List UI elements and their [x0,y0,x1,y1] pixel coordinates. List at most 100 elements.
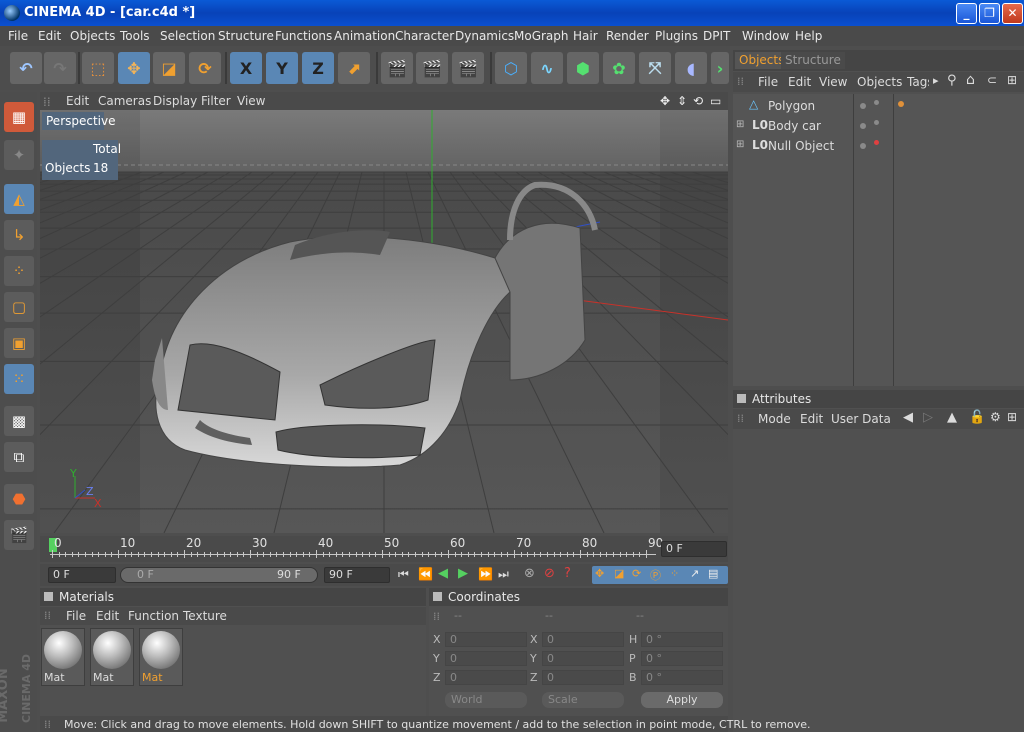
new-window-icon[interactable]: ⊞ [1007,410,1017,424]
viewport-menu-edit[interactable]: Edit [66,94,89,108]
menu-structure[interactable]: Structure [218,29,274,43]
material-swatch[interactable]: Mat [139,628,183,686]
points-mode-icon[interactable]: ⁘ [4,256,34,286]
object-name[interactable]: Null Object [768,139,834,153]
render-visibility-dot[interactable] [874,140,879,145]
key-settings-icon[interactable]: ▤ [708,567,718,580]
tweak-mode-icon[interactable]: ⁙ [4,364,34,394]
keyframe-selection-icon[interactable]: ? [564,566,571,581]
start-frame-field[interactable]: 0 F [48,567,116,583]
parameter-key-icon[interactable]: Ⓟ [650,567,661,583]
material-swatch[interactable]: Mat [90,628,134,686]
objects-menu-view[interactable]: View [819,75,847,89]
menu-file[interactable]: File [8,29,28,43]
array-icon[interactable]: ✿ [603,52,635,84]
rotation-p-field[interactable]: 0 ° [641,651,723,666]
menu-edit[interactable]: Edit [38,29,61,43]
objects-menu-objects[interactable]: Objects [857,75,902,89]
menu-window[interactable]: Window [742,29,789,43]
viewport-menu-cameras[interactable]: Cameras [98,94,151,108]
editor-visibility-dot[interactable] [860,143,866,149]
expand-icon[interactable]: ⊞ [736,119,744,130]
viewport-rotate-icon[interactable]: ⟲ [693,94,703,108]
minimize-button[interactable]: _ [956,3,977,24]
object-name[interactable]: Polygon [768,99,815,113]
attributes-menu-mode[interactable]: Mode [758,412,791,426]
menu-overflow-icon[interactable]: ▸ [933,74,939,87]
z-axis-lock-button[interactable]: Z [302,52,334,84]
materials-menu-file[interactable]: File [66,609,86,623]
deformer-icon[interactable]: ⤧ [639,52,671,84]
cube-primitive-icon[interactable]: ⬡ [495,52,527,84]
y-axis-lock-button[interactable]: Y [266,52,298,84]
viewport-move-icon[interactable]: ✥ [660,94,670,108]
forward-arrow-icon[interactable]: ▷ [923,410,933,425]
rotation-h-field[interactable]: 0 ° [641,632,723,647]
object-axis-icon[interactable]: ↳ [4,220,34,250]
restore-button[interactable]: ❐ [979,3,1000,24]
nurbs-icon[interactable]: ⬢ [567,52,599,84]
sculpt-icon[interactable]: ⬣ [4,484,34,514]
interpolation-icon[interactable]: ↗ [690,567,699,580]
scale-tool-icon[interactable]: ◪ [153,52,185,84]
perspective-viewport[interactable]: Perspective Total Objects 18 Y Z X [40,110,728,533]
redo-icon[interactable]: ↷ [44,52,76,84]
objects-menu-file[interactable]: File [758,75,778,89]
live-selection-icon[interactable]: ⬚ [82,52,114,84]
menu-functions[interactable]: Functions [275,29,332,43]
attributes-menu-user-data[interactable]: User Data [831,412,891,426]
position-y-field[interactable]: 0 [445,651,527,666]
menu-objects[interactable]: Objects [70,29,115,43]
menu-dpit[interactable]: DPIT [703,29,730,43]
undo-icon[interactable]: ↶ [10,52,42,84]
move-tool-icon[interactable]: ✥ [118,52,150,84]
model-mode-icon[interactable]: ◭ [4,184,34,214]
viewport-maximize-icon[interactable]: ▭ [710,94,721,108]
menu-mograph[interactable]: MoGraph [514,29,569,43]
close-button[interactable]: ✕ [1002,3,1023,24]
expand-icon[interactable]: ⊞ [736,139,744,150]
materials-menu-texture[interactable]: Texture [183,609,227,623]
search-icon[interactable]: ⚲ [947,73,957,88]
menu-character[interactable]: Character [395,29,454,43]
editor-visibility-dot[interactable] [860,123,866,129]
next-frame-icon[interactable]: ⏩ [478,567,493,581]
menu-plugins[interactable]: Plugins [655,29,698,43]
size-y-field[interactable]: 0 [542,651,624,666]
materials-menu-function[interactable]: Function [128,609,179,623]
new-window-icon[interactable]: ⊞ [1007,73,1017,87]
rotate-tool-icon[interactable]: ⟳ [189,52,221,84]
object-row-null-object[interactable]: ⊞ L0 Null Object [733,136,1024,156]
coordinate-system-icon[interactable]: ⬈ [338,52,370,84]
timeline-ruler[interactable]: 0 10 20 30 40 50 60 70 80 90 0 F [40,536,728,562]
more-tools-icon[interactable]: › [711,52,729,84]
viewport-menu-filter[interactable]: Filter [201,94,231,108]
prev-frame-icon[interactable]: ⏪ [418,567,433,581]
clapboard-icon[interactable]: 🎬 [4,520,34,550]
x-axis-lock-button[interactable]: X [230,52,262,84]
go-to-start-icon[interactable]: ⏮ [398,567,409,582]
environment-icon[interactable]: ◖ [675,52,707,84]
auto-keying-icon[interactable]: ⊘ [544,566,555,581]
position-key-icon[interactable]: ✥ [595,567,604,580]
position-x-field[interactable]: 0 [445,632,527,647]
workplane-icon[interactable]: ⧉ [4,442,34,472]
objects-menu-tags[interactable]: Tags [907,75,929,89]
scene-canvas[interactable] [40,110,728,533]
size-x-field[interactable]: 0 [542,632,624,647]
tab-structure[interactable]: Structure [781,52,845,69]
object-row-polygon[interactable]: △ Polygon [733,96,1024,116]
objects-menu-edit[interactable]: Edit [788,75,811,89]
render-settings-icon[interactable]: 🎬 [452,52,484,84]
lock-icon[interactable]: 🔓 [969,410,985,425]
go-to-end-icon[interactable]: ⏭ [498,567,509,582]
settings-icon[interactable]: ⚙ [990,410,1001,424]
render-picture-viewer-icon[interactable]: 🎬 [416,52,448,84]
menu-selection[interactable]: Selection [160,29,215,43]
texture-mode-icon[interactable]: ✦ [4,140,34,170]
scale-key-icon[interactable]: ◪ [614,567,624,580]
end-frame-field[interactable]: 90 F [324,567,390,583]
play-backward-icon[interactable]: ◀ [438,566,448,581]
point-level-key-icon[interactable]: ⁘ [670,567,679,580]
rotation-b-field[interactable]: 0 ° [641,670,723,685]
